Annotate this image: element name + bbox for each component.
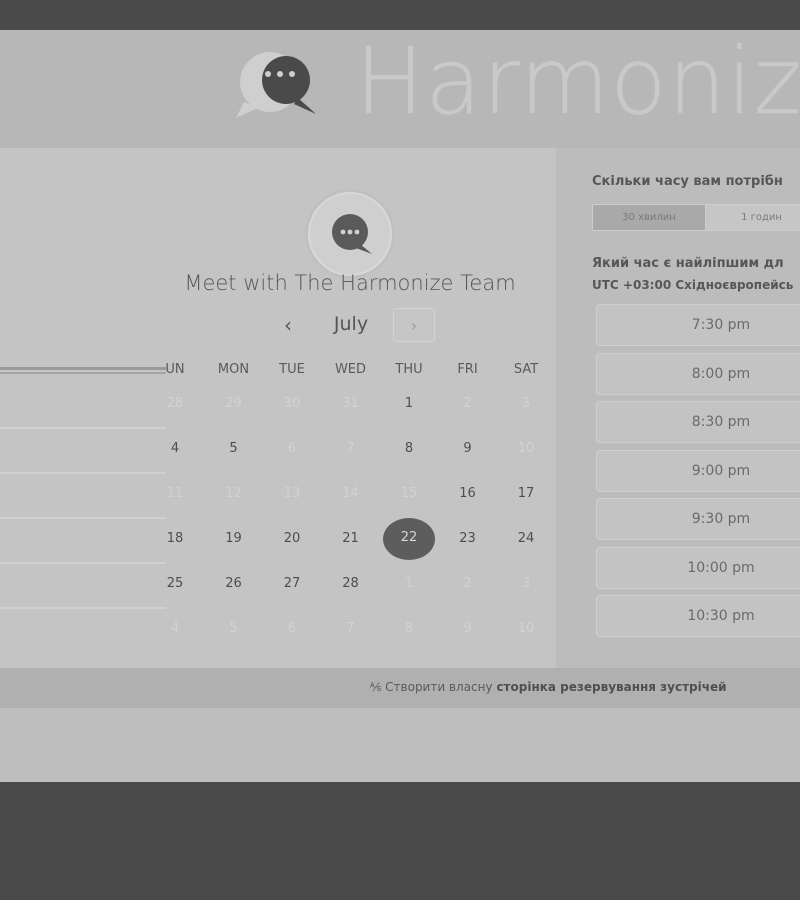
- progress-lines: [0, 367, 166, 617]
- page-viewport: Harmonize Meet with The Harmonize Team ‹…: [0, 30, 800, 782]
- month-navigation: ‹ July ›: [270, 308, 440, 342]
- calendar-day: 3: [521, 396, 531, 411]
- calendar-day[interactable]: 18: [149, 519, 201, 559]
- calendar-day[interactable]: 28: [325, 564, 377, 604]
- time-selection-pane: Скільки часу вам потрібн 30 хвилин 1 год…: [556, 148, 800, 668]
- calendar-day[interactable]: 23: [442, 519, 494, 559]
- weekday-header-row: UN MON TUE WED THU FRI SAT: [146, 362, 556, 382]
- footer-link-bold: сторінка резервування зустрічей: [496, 680, 727, 694]
- weekday-header: SAT: [513, 362, 539, 377]
- time-slot-button[interactable]: 10:30 pm: [596, 595, 800, 637]
- weekday-header: THU: [395, 362, 423, 377]
- brand-name: Harmonize: [355, 30, 800, 135]
- calendar-day: 30: [283, 396, 301, 411]
- calendar-day[interactable]: 1: [383, 384, 435, 424]
- calendar-day: 13: [283, 486, 301, 501]
- weekday-header: TUE: [279, 362, 305, 377]
- calendar-pane: Meet with The Harmonize Team ‹ July › UN…: [0, 148, 556, 668]
- calendar-day[interactable]: 4: [149, 429, 201, 469]
- timezone-label[interactable]: UTC +03:00 Східноєвропейсь: [592, 278, 793, 292]
- weekday-header: FRI: [457, 362, 478, 377]
- time-slot-list: 7:30 pm 8:00 pm 8:30 pm 9:00 pm 9:30 pm 10:00…: [596, 304, 800, 666]
- calendar-day: 11: [166, 486, 184, 501]
- avatar: [308, 192, 392, 276]
- calendar-day: 8: [404, 621, 414, 636]
- calendar-day[interactable]: 5: [208, 429, 260, 469]
- calendar-day[interactable]: 21: [325, 519, 377, 559]
- weekday-header: UN: [165, 362, 185, 377]
- calendar-day: 10: [517, 621, 535, 636]
- progress-line: [0, 607, 166, 609]
- weekday-header: WED: [334, 362, 367, 377]
- calendar-day[interactable]: 16: [442, 474, 494, 514]
- duration-question: Скільки часу вам потрібн: [592, 174, 783, 189]
- calendar-day: 28: [166, 396, 184, 411]
- create-booking-page-link[interactable]: ⅍ Створити власну сторінка резервування …: [370, 680, 727, 694]
- duration-30-min-button[interactable]: 30 хвилин: [593, 205, 705, 230]
- booking-card: Meet with The Harmonize Team ‹ July › UN…: [0, 148, 800, 668]
- calendar-day[interactable]: 20: [266, 519, 318, 559]
- calendar-day[interactable]: 25: [149, 564, 201, 604]
- footer-link-prefix: Створити власну: [385, 680, 493, 694]
- time-slot-button[interactable]: 9:30 pm: [596, 498, 800, 540]
- calendar-day: 5: [229, 621, 238, 636]
- weekday-header: MON: [217, 362, 250, 377]
- calendar-day: 31: [342, 396, 359, 411]
- time-slot-button[interactable]: 8:30 pm: [596, 401, 800, 443]
- calendar-day: 6: [287, 441, 297, 456]
- time-slot-button[interactable]: 7:30 pm: [596, 304, 800, 346]
- chat-bubble-avatar-icon: [332, 214, 372, 254]
- calendar-day: 4: [170, 621, 180, 636]
- calendar-day: 12: [225, 486, 242, 501]
- time-slot-button[interactable]: 10:00 pm: [596, 546, 800, 589]
- progress-line: [0, 427, 166, 429]
- calendar-day[interactable]: 24: [500, 519, 552, 559]
- calendar-day[interactable]: 17: [500, 474, 552, 514]
- calendar-day[interactable]: 8: [383, 429, 435, 469]
- prev-month-button[interactable]: ‹: [270, 310, 306, 340]
- time-slot-button[interactable]: 8:00 pm: [596, 352, 800, 395]
- calendar-day: 10: [517, 441, 535, 456]
- calendar-day: 2: [463, 396, 472, 411]
- calendar-day[interactable]: 26: [208, 564, 260, 604]
- calendar-day[interactable]: 9: [442, 429, 494, 469]
- meeting-title: Meet with The Harmonize Team: [184, 271, 516, 295]
- calendar-day: 1: [404, 576, 414, 591]
- calendar-day: 7: [346, 621, 355, 636]
- time-slot-button[interactable]: 9:00 pm: [596, 449, 800, 492]
- progress-line: [0, 472, 166, 474]
- footer-band: ⅍ Створити власну сторінка резервування …: [0, 668, 800, 708]
- chat-bubble-logo-icon: [232, 44, 322, 124]
- duration-1-hour-button[interactable]: 1 годин: [705, 205, 800, 230]
- duration-toggle: 30 хвилин 1 годин: [592, 204, 800, 231]
- progress-line: [0, 367, 166, 370]
- time-question: Який час є найліпшим дл: [592, 256, 784, 271]
- calendar-day: 15: [400, 486, 418, 501]
- month-label: July: [333, 313, 369, 335]
- calendar-day: 3: [521, 576, 531, 591]
- next-month-button[interactable]: ›: [393, 308, 435, 342]
- progress-line: [0, 372, 166, 374]
- calendar-days-grid: 28 29 30 31 1 2 3 4 5 6 7 8 9 10 11 12 13 14 15 16 17 18 19 20 2…: [146, 384, 556, 654]
- calendar-day: 9: [463, 621, 472, 636]
- calendar-day: 29: [225, 396, 242, 411]
- calendar-day: 6: [287, 621, 297, 636]
- hubspot-sprocket-icon: ⅍: [370, 680, 382, 694]
- calendar-day: 7: [346, 441, 355, 456]
- calendar-day[interactable]: 27: [266, 564, 318, 604]
- progress-line: [0, 562, 166, 564]
- calendar-day[interactable]: 19: [208, 519, 260, 559]
- calendar-day-selected[interactable]: 22: [383, 518, 435, 560]
- progress-line: [0, 517, 166, 519]
- calendar-day: 2: [463, 576, 472, 591]
- calendar-day: 14: [342, 486, 359, 501]
- header-band: Harmonize: [0, 30, 800, 148]
